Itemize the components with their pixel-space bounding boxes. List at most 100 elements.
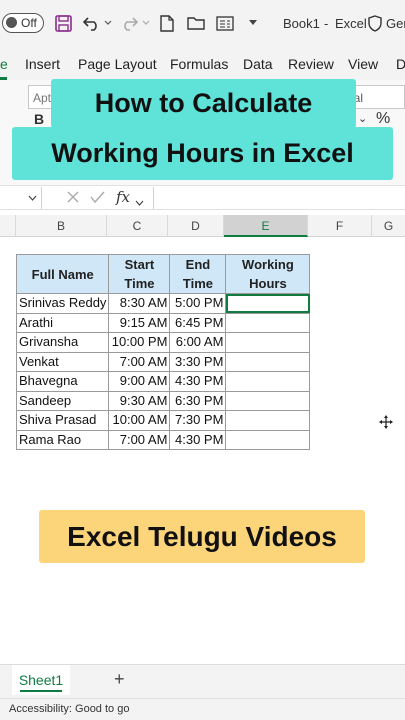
table-row: Bhavegna 9:00 AM 4:30 PM xyxy=(15,371,311,392)
end-time-cell[interactable]: 6:45 PM xyxy=(169,312,227,333)
end-time-cell[interactable]: 7:30 PM xyxy=(169,410,227,431)
table-row: Grivansha 10:00 PM 6:00 AM xyxy=(15,332,311,353)
column-header-e[interactable]: E xyxy=(224,215,308,237)
table-header-row: Full Name Start Time End Time Working Hours xyxy=(15,254,311,294)
sheet-tab-sheet1[interactable]: Sheet1 xyxy=(12,665,70,695)
table-row: Arathi 9:15 AM 6:45 PM xyxy=(15,312,311,333)
tab-developer[interactable]: D xyxy=(396,56,405,72)
working-hours-cell[interactable] xyxy=(225,351,311,372)
sensitivity-label[interactable]: Ger xyxy=(386,16,405,31)
working-hours-cell[interactable] xyxy=(225,371,311,392)
sheet-tab-underline xyxy=(20,690,62,692)
working-hours-cell[interactable] xyxy=(225,429,311,450)
tab-data[interactable]: Data xyxy=(243,56,273,72)
save-icon[interactable] xyxy=(54,12,72,34)
move-cursor-icon xyxy=(379,415,393,434)
end-time-cell[interactable]: 6:30 PM xyxy=(169,390,227,411)
redo-dropdown-icon[interactable] xyxy=(141,12,151,34)
undo-dropdown-icon[interactable] xyxy=(103,12,113,34)
file-name: Book1 xyxy=(283,16,320,31)
name-cell[interactable]: Arathi xyxy=(15,312,110,333)
end-time-cell[interactable]: 6:00 AM xyxy=(169,332,227,353)
accessibility-status[interactable]: Accessibility: Good to go xyxy=(9,703,129,715)
tab-page-layout[interactable]: Page Layout xyxy=(78,56,157,72)
start-time-cell[interactable]: 8:30 AM xyxy=(108,293,171,314)
header-full-name[interactable]: Full Name xyxy=(15,254,110,294)
column-header-c[interactable]: C xyxy=(107,215,168,237)
header-end-line1: End xyxy=(185,257,211,272)
toggle-knob xyxy=(6,17,17,28)
name-cell[interactable]: Shiva Prasad xyxy=(15,410,110,431)
start-time-cell[interactable]: 7:00 AM xyxy=(108,351,171,372)
tab-formulas[interactable]: Formulas xyxy=(170,56,228,72)
tab-review[interactable]: Review xyxy=(288,56,334,72)
formula-bar: fx xyxy=(0,186,405,210)
end-time-cell[interactable]: 4:30 PM xyxy=(169,429,227,450)
start-time-cell[interactable]: 10:00 PM xyxy=(108,332,171,353)
name-cell[interactable]: Sandeep xyxy=(15,390,110,411)
tab-insert[interactable]: Insert xyxy=(25,56,60,72)
select-all-corner[interactable] xyxy=(0,215,16,237)
end-time-cell[interactable]: 4:30 PM xyxy=(169,371,227,392)
shield-icon[interactable] xyxy=(367,12,383,34)
end-time-cell[interactable]: 5:00 PM xyxy=(169,293,227,314)
column-header-g[interactable]: G xyxy=(372,215,405,237)
start-time-cell[interactable]: 9:00 AM xyxy=(108,371,171,392)
tab-home[interactable]: e xyxy=(0,56,8,72)
form-icon[interactable] xyxy=(215,12,235,34)
autosave-toggle[interactable]: Off xyxy=(2,13,44,33)
working-hours-cell-active[interactable] xyxy=(225,293,311,314)
caption-line-2: Working Hours in Excel xyxy=(12,127,393,180)
name-cell[interactable]: Srinivas Reddy xyxy=(15,293,110,314)
open-folder-icon[interactable] xyxy=(186,12,206,34)
cancel-icon[interactable] xyxy=(66,190,80,209)
formula-input[interactable] xyxy=(153,187,405,209)
column-header-f[interactable]: F xyxy=(308,215,372,237)
percent-button[interactable]: % xyxy=(376,110,390,128)
column-headers: B C D E F G xyxy=(0,215,405,237)
column-header-b[interactable]: B xyxy=(16,215,107,237)
start-time-cell[interactable]: 9:30 AM xyxy=(108,390,171,411)
autosave-label: Off xyxy=(21,16,37,30)
channel-banner: Excel Telugu Videos xyxy=(39,510,365,563)
table-row: Srinivas Reddy 8:30 AM 5:00 PM xyxy=(15,293,311,314)
working-hours-table: Full Name Start Time End Time Working Hours… xyxy=(15,254,311,450)
end-time-cell[interactable]: 3:30 PM xyxy=(169,351,227,372)
name-cell[interactable]: Rama Rao xyxy=(15,429,110,450)
working-hours-cell[interactable] xyxy=(225,410,311,431)
new-file-icon[interactable] xyxy=(158,12,176,34)
working-hours-cell[interactable] xyxy=(225,390,311,411)
table-row: Shiva Prasad 10:00 AM 7:30 PM xyxy=(15,410,311,431)
redo-icon[interactable] xyxy=(119,12,139,34)
bold-button[interactable]: B xyxy=(34,111,44,127)
add-sheet-button[interactable]: + xyxy=(114,669,125,690)
name-box[interactable] xyxy=(0,187,42,209)
customize-toolbar-icon[interactable] xyxy=(247,12,259,34)
working-hours-cell[interactable] xyxy=(225,312,311,333)
working-hours-cell[interactable] xyxy=(225,332,311,353)
column-header-d[interactable]: D xyxy=(168,215,224,237)
title-bar: Off Book1 - Excel Ger xyxy=(0,0,405,47)
name-cell[interactable]: Venkat xyxy=(15,351,110,372)
table-row: Venkat 7:00 AM 3:30 PM xyxy=(15,351,311,372)
table-row: Sandeep 9:30 AM 6:30 PM xyxy=(15,390,311,411)
table-row: Rama Rao 7:00 AM 4:30 PM xyxy=(15,429,311,450)
header-end-time[interactable]: End Time xyxy=(169,254,227,294)
header-start-time[interactable]: Start Time xyxy=(108,254,171,294)
header-start-line2: Time xyxy=(124,276,155,291)
enter-check-icon[interactable] xyxy=(90,190,105,209)
header-full-name-text: Full Name xyxy=(31,266,94,282)
start-time-cell[interactable]: 10:00 AM xyxy=(108,410,171,431)
number-format-chevron-icon[interactable]: ⌄ xyxy=(358,112,367,125)
title-separator: - xyxy=(324,16,329,31)
undo-icon[interactable] xyxy=(82,12,102,34)
start-time-cell[interactable]: 7:00 AM xyxy=(108,429,171,450)
header-hours-line2: Hours xyxy=(249,276,287,291)
fx-dropdown-icon[interactable] xyxy=(135,193,144,211)
start-time-cell[interactable]: 9:15 AM xyxy=(108,312,171,333)
tab-view[interactable]: View xyxy=(348,56,378,72)
header-working-hours[interactable]: Working Hours xyxy=(225,254,311,294)
name-cell[interactable]: Grivansha xyxy=(15,332,110,353)
insert-function-button[interactable]: fx xyxy=(116,188,130,206)
name-cell[interactable]: Bhavegna xyxy=(15,371,110,392)
